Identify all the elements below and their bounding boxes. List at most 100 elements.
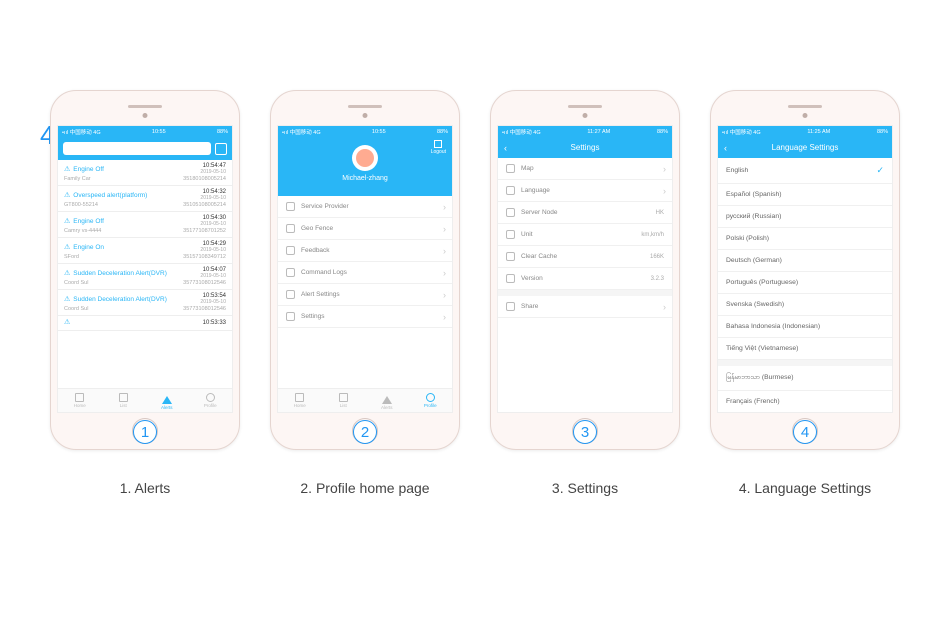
- settings-row[interactable]: Clear Cache 166K: [498, 246, 672, 268]
- menu-label: Service Provider: [301, 203, 349, 210]
- settings-row[interactable]: Language: [498, 180, 672, 202]
- language-label: Bahasa Indonesia (Indonesian): [726, 323, 820, 330]
- battery: 88%: [217, 129, 228, 135]
- tab-profile[interactable]: Profile: [189, 389, 233, 412]
- warning-icon: [64, 244, 70, 251]
- profile-menu: Service Provider Geo Fence Feedback Command…: [278, 196, 452, 328]
- alert-name: Engine Off: [73, 166, 104, 173]
- language-row[interactable]: English✓: [718, 158, 892, 184]
- language-label: Português (Portuguese): [726, 279, 798, 286]
- language-row[interactable]: Deutsch (German): [718, 250, 892, 272]
- warning-icon: [64, 296, 70, 303]
- alert-date: 2019-05-10: [200, 169, 226, 175]
- back-icon[interactable]: ‹: [504, 143, 507, 153]
- menu-row[interactable]: Alert Settings: [278, 284, 452, 306]
- settings-row[interactable]: Server Node HK: [498, 202, 672, 224]
- settings-label: Clear Cache: [521, 253, 557, 260]
- language-row[interactable]: русский (Russian): [718, 206, 892, 228]
- alert-row[interactable]: Engine Off10:54:472019-05-10Family Car35…: [58, 160, 232, 186]
- status-bar: •ııl 中国移动 4G 10:55 88%: [58, 126, 232, 137]
- settings-icon: [506, 302, 515, 311]
- alert-row[interactable]: Sudden Deceleration Alert(DVR)10:54:0720…: [58, 264, 232, 290]
- settings-icon: [506, 164, 515, 173]
- alert-date: 2019-05-10: [200, 247, 226, 253]
- alert-id: 35180108005214: [183, 176, 226, 182]
- settings-value: 166K: [650, 254, 664, 260]
- caption: 3. Settings: [552, 480, 618, 496]
- alert-row[interactable]: Engine On10:54:292019-05-10SFord35157108…: [58, 238, 232, 264]
- language-label: Svenska (Swedish): [726, 301, 784, 308]
- avatar[interactable]: [352, 145, 378, 171]
- alert-date: 2019-05-10: [200, 273, 226, 279]
- menu-icon: [286, 312, 295, 321]
- alert-device: SFord: [64, 254, 79, 260]
- warning-icon: [64, 218, 70, 225]
- phone-number-badge: 4: [793, 420, 817, 444]
- tab-alerts[interactable]: Alerts: [145, 389, 189, 412]
- language-row[interactable]: Français (French): [718, 391, 892, 413]
- alert-device: GT800-55214: [64, 202, 98, 208]
- tab-list[interactable]: List: [102, 389, 146, 412]
- settings-row[interactable]: Version3.2.3: [498, 268, 672, 290]
- username: Michael-zhang: [278, 175, 452, 182]
- menu-label: Command Logs: [301, 269, 347, 276]
- alert-device: Coord Sul: [64, 280, 88, 286]
- language-label: Deutsch (German): [726, 257, 782, 264]
- menu-row[interactable]: Geo Fence: [278, 218, 452, 240]
- alert-time: 10:53:33: [203, 320, 226, 326]
- back-icon[interactable]: ‹: [724, 143, 727, 153]
- alert-row[interactable]: Overspeed alert(platform)10:54:322019-05…: [58, 186, 232, 212]
- alert-row[interactable]: Sudden Deceleration Alert(DVR)10:53:5420…: [58, 290, 232, 316]
- settings-label: Server Node: [521, 209, 558, 216]
- language-label: English: [726, 167, 748, 174]
- menu-icon: [286, 202, 295, 211]
- settings-row[interactable]: Unitkm,km/h: [498, 224, 672, 246]
- header-title: Language Settings: [718, 137, 892, 158]
- tab-alerts[interactable]: Alerts: [365, 389, 409, 412]
- language-row[interactable]: မြန်မာဘာသာ (Burmese): [718, 366, 892, 391]
- search-input[interactable]: [63, 142, 211, 155]
- settings-icon: [506, 208, 515, 217]
- alert-row[interactable]: 10:53:33: [58, 316, 232, 331]
- language-row[interactable]: Tiếng Việt (Vietnamese): [718, 338, 892, 360]
- phone-number-badge: 2: [353, 420, 377, 444]
- language-label: Español (Spanish): [726, 191, 782, 198]
- language-row[interactable]: Español (Spanish): [718, 184, 892, 206]
- language-row[interactable]: Svenska (Swedish): [718, 294, 892, 316]
- settings-list: MapLanguageServer NodeHKUnitkm,km/hClear…: [498, 158, 672, 318]
- menu-icon: [286, 290, 295, 299]
- alert-id: 35773108012546: [183, 280, 226, 286]
- language-row[interactable]: Bahasa Indonesia (Indonesian): [718, 316, 892, 338]
- alert-row[interactable]: Engine Off10:54:302019-05-10Camry vs-444…: [58, 212, 232, 238]
- settings-value: HK: [656, 210, 664, 216]
- menu-row[interactable]: Settings: [278, 306, 452, 328]
- alert-name: Engine Off: [73, 218, 104, 225]
- alert-device: Camry vs-4444: [64, 228, 101, 234]
- menu-label: Feedback: [301, 247, 330, 254]
- language-label: Tiếng Việt (Vietnamese): [726, 345, 798, 352]
- tab-home[interactable]: Home: [278, 389, 322, 412]
- language-list: English✓ Español (Spanish) русский (Russia…: [718, 158, 892, 413]
- settings-icon: [506, 274, 515, 283]
- language-row[interactable]: Português (Portuguese): [718, 272, 892, 294]
- language-label: မြန်မာဘာသာ (Burmese): [726, 373, 794, 383]
- tab-profile[interactable]: Profile: [409, 389, 453, 412]
- phone-settings: •ııl 中国移动 4G 11:27 AM88% ‹ Settings MapL…: [490, 90, 680, 450]
- settings-row[interactable]: Share: [498, 296, 672, 318]
- language-row[interactable]: Polski (Polish): [718, 228, 892, 250]
- tab-list[interactable]: List: [322, 389, 366, 412]
- menu-icon: [286, 268, 295, 277]
- calendar-icon[interactable]: [215, 143, 227, 155]
- menu-row[interactable]: Command Logs: [278, 262, 452, 284]
- menu-row[interactable]: Service Provider: [278, 196, 452, 218]
- settings-row[interactable]: Map: [498, 158, 672, 180]
- settings-label: Unit: [521, 231, 533, 238]
- menu-row[interactable]: Feedback: [278, 240, 452, 262]
- settings-label: Language: [521, 187, 550, 194]
- tab-home[interactable]: Home: [58, 389, 102, 412]
- caption: 4. Language Settings: [739, 480, 871, 496]
- menu-icon: [286, 224, 295, 233]
- logout-button[interactable]: Logout: [431, 140, 446, 155]
- tab-bar: Home List Alerts Profile: [278, 388, 452, 412]
- alert-name: Engine On: [73, 244, 104, 251]
